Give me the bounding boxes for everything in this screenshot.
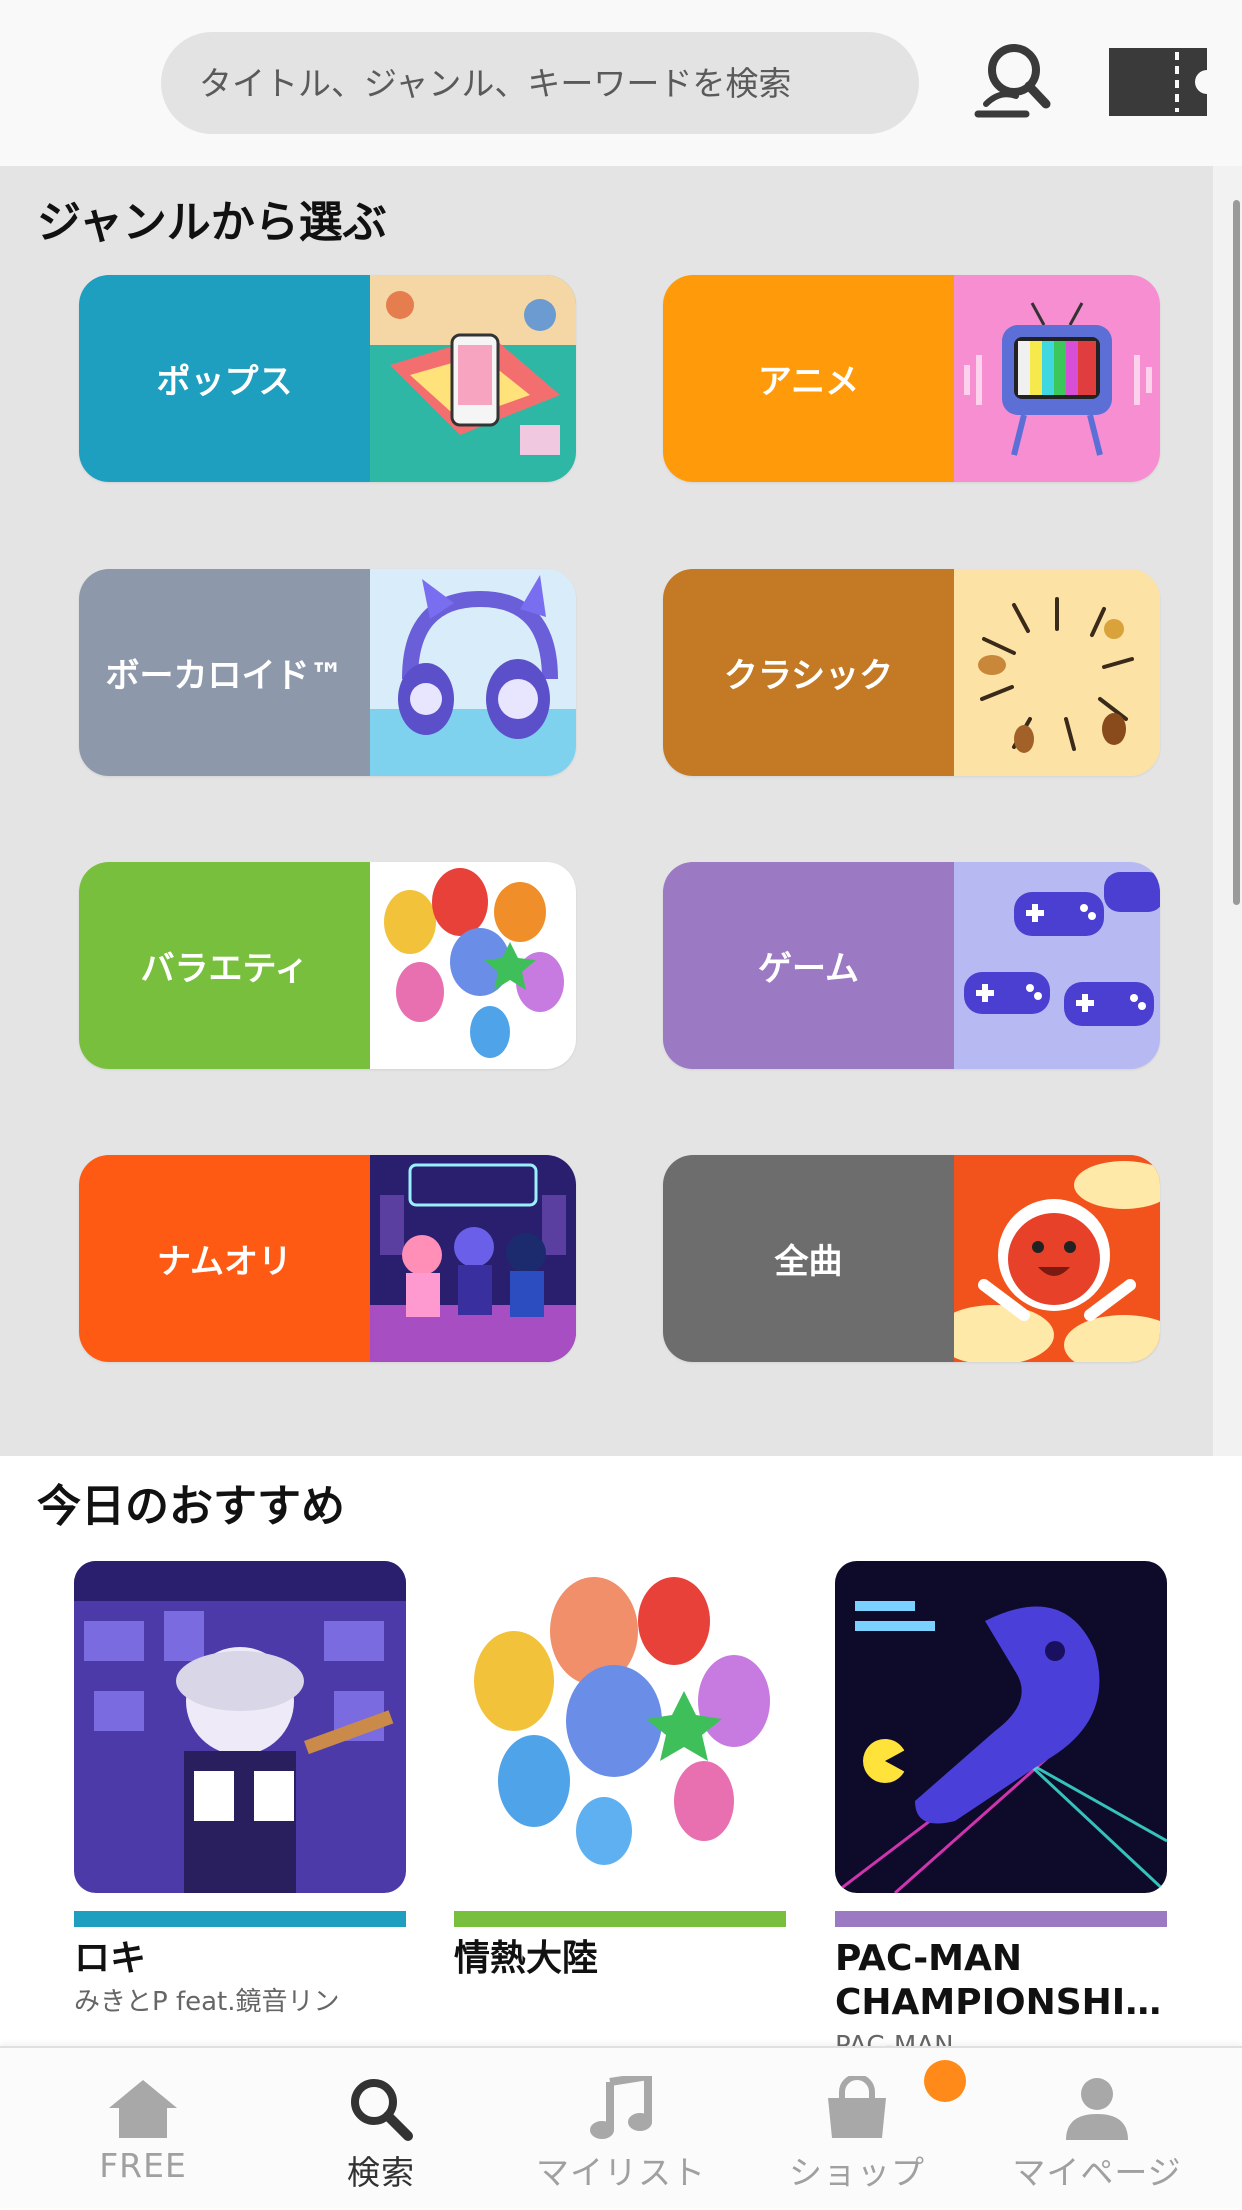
genre-card-game[interactable]: ゲーム <box>663 862 1160 1069</box>
recommend-item[interactable]: 情熱大陸 <box>454 1561 786 1987</box>
nav-label: マイページ <box>1012 2153 1182 2192</box>
recommend-thumbnail <box>835 1561 1167 1893</box>
search-box[interactable] <box>161 32 919 134</box>
recommend-title: ロキ <box>74 1938 147 1979</box>
genre-card-anime[interactable]: アニメ <box>663 275 1160 482</box>
recommend-title: 情熱大陸 <box>454 1938 599 1979</box>
genre-card-all-songs[interactable]: 全曲 <box>663 1155 1160 1362</box>
genre-label: ゲーム <box>663 862 954 1069</box>
genre-art-vocaloid <box>370 569 576 776</box>
genre-color-bar <box>454 1911 786 1927</box>
search-icon <box>351 2079 413 2141</box>
genre-label: バラエティ <box>79 862 370 1069</box>
recommend-subtitle: みきとP feat.鏡音リン <box>74 1987 340 2017</box>
genre-label: ボーカロイド™ <box>79 569 370 776</box>
genre-art-all-songs <box>954 1155 1160 1362</box>
genre-art-pops <box>370 275 576 482</box>
scrollbar-thumb[interactable] <box>1233 200 1240 905</box>
nav-label: ショップ <box>789 2153 925 2192</box>
genre-color-bar <box>835 1911 1167 1927</box>
nav-search[interactable]: 検索 <box>281 2048 481 2210</box>
genre-art-namco-original <box>370 1155 576 1362</box>
nav-free[interactable]: FREE <box>43 2048 243 2210</box>
genre-card-vocaloid[interactable]: ボーカロイド™ <box>79 569 576 776</box>
genre-label: アニメ <box>663 275 954 482</box>
genre-art-classic <box>954 569 1160 776</box>
nav-mylist[interactable]: マイリスト <box>521 2048 721 2210</box>
home-icon <box>109 2080 177 2138</box>
genre-label: ポップス <box>79 275 370 482</box>
genre-card-classic[interactable]: クラシック <box>663 569 1160 776</box>
genre-card-namco-original[interactable]: ナムオリ <box>79 1155 576 1362</box>
recommend-section-title: 今日のおすすめ <box>37 1481 345 1532</box>
genre-art-game <box>954 862 1160 1069</box>
search-person-icon[interactable] <box>970 38 1058 126</box>
genre-color-bar <box>74 1911 406 1927</box>
recommend-item[interactable]: ロキ みきとP feat.鏡音リン <box>74 1561 406 2017</box>
nav-label: マイリスト <box>536 2153 706 2192</box>
genre-art-variety <box>370 862 576 1069</box>
recommend-thumbnail <box>74 1561 406 1893</box>
nav-mypage[interactable]: マイページ <box>997 2048 1197 2210</box>
ticket-icon[interactable] <box>1105 44 1211 120</box>
recommend-thumbnail <box>454 1561 786 1893</box>
music-note-icon <box>590 2076 652 2139</box>
genre-art-anime <box>954 275 1160 482</box>
recommend-item[interactable]: PAC-MAN CHAMPIONSHI… PAC-MAN <box>835 1561 1167 2061</box>
recommend-title: PAC-MAN CHAMPIONSHI… <box>835 1938 1162 2023</box>
user-icon <box>1066 2078 1128 2140</box>
genre-label: クラシック <box>663 569 954 776</box>
nav-label: FREE <box>99 2146 187 2185</box>
genre-card-variety[interactable]: バラエティ <box>79 862 576 1069</box>
nav-label: 検索 <box>347 2153 415 2192</box>
bottom-nav: FREE 検索 マイリスト ショップ マイページ <box>0 2046 1242 2208</box>
notification-badge <box>924 2060 966 2102</box>
genre-label: 全曲 <box>663 1155 954 1362</box>
top-bar <box>0 0 1242 166</box>
genre-section-title: ジャンルから選ぶ <box>37 197 387 248</box>
genre-card-pops[interactable]: ポップス <box>79 275 576 482</box>
genre-label: ナムオリ <box>79 1155 370 1362</box>
shopping-bag-icon <box>828 2076 886 2138</box>
search-input[interactable] <box>161 32 919 134</box>
